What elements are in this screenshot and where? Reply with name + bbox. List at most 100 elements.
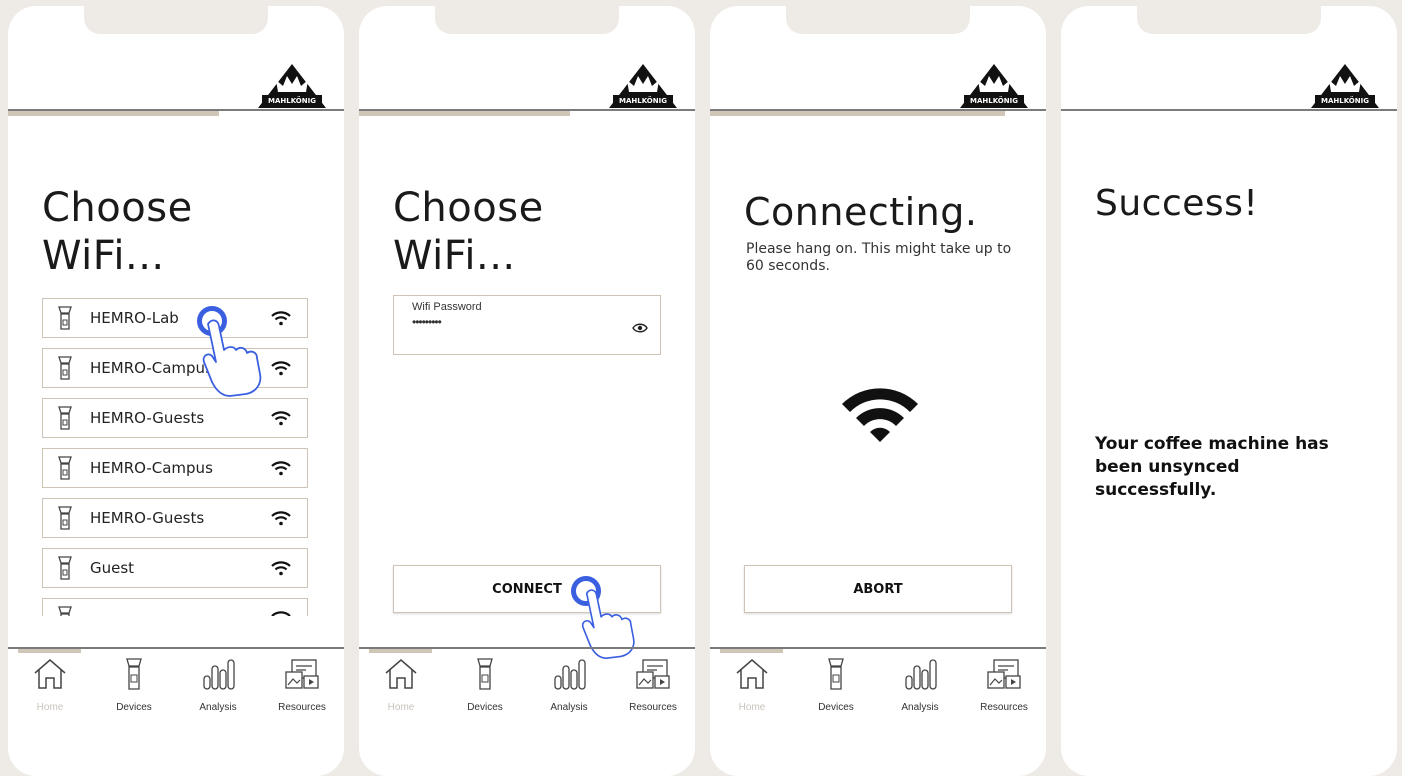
title-line-2: WiFi... [42, 233, 165, 279]
phone-screen-choose-wifi: MAHLKÖNIG Choose WiFi... HEMRO-Lab HEMRO… [8, 6, 344, 776]
wifi-network-name: HEMRO-Guests [90, 409, 205, 427]
wifi-network-item[interactable]: Guest [42, 548, 308, 588]
wifi-icon [842, 388, 918, 442]
grinder-icon [58, 506, 72, 530]
nav-label-home: Home [738, 702, 766, 713]
page-title: Success! [1095, 183, 1259, 224]
phone-screen-success: MAHLKÖNIG Success! Your coffee machine h… [1061, 6, 1397, 776]
nav-item-analysis[interactable]: Analysis [527, 658, 611, 713]
nav-item-home[interactable]: Home [710, 658, 794, 713]
nav-label-analysis: Analysis [199, 702, 237, 713]
nav-item-devices[interactable]: Devices [443, 658, 527, 713]
nav-label-analysis: Analysis [550, 702, 588, 713]
resources-icon [285, 659, 319, 689]
nav-item-home[interactable]: Home [359, 658, 443, 713]
nav-label-resources: Resources [629, 702, 677, 713]
grinder-icon [58, 556, 72, 580]
wifi-network-name: Guest [90, 559, 135, 577]
brand-wordmark: MAHLKÖNIG [619, 96, 667, 105]
wifi-signal-icon [271, 461, 291, 476]
wifi-network-name: HEMRO-Campus [90, 459, 213, 477]
nav-active-accent [18, 649, 81, 653]
header-accent [710, 111, 1005, 116]
bar-chart-icon [554, 659, 586, 690]
nav-label-resources: Resources [980, 702, 1028, 713]
title-line-1: Choose [42, 185, 193, 231]
wifi-password-field[interactable]: Wifi Password ••••••••• [393, 295, 661, 355]
wifi-network-name: HEMRO-Guests [90, 509, 205, 527]
home-icon [385, 659, 417, 689]
brand-wordmark: MAHLKÖNIG [970, 96, 1018, 105]
nav-label-home: Home [36, 702, 64, 713]
abort-button-label: ABORT [853, 581, 903, 597]
home-icon [34, 659, 66, 689]
nav-active-accent [720, 649, 783, 653]
page-subtitle: Please hang on. This might take up to 60… [746, 241, 1012, 274]
wifi-network-item[interactable]: HEMRO-Guests [42, 498, 308, 538]
wifi-network-item[interactable] [42, 598, 308, 616]
nav-label-devices: Devices [818, 702, 854, 713]
wifi-network-item[interactable]: HEMRO-Guests [42, 398, 308, 438]
page-title: Choose WiFi... [393, 184, 544, 280]
nav-item-home[interactable]: Home [8, 658, 92, 713]
home-icon [736, 659, 768, 689]
phone-notch [786, 6, 970, 34]
pointing-hand-icon [581, 589, 635, 660]
page-title: Choose WiFi... [42, 184, 193, 280]
resources-icon [636, 659, 670, 689]
grinder-icon [58, 306, 72, 330]
eye-icon[interactable] [632, 322, 648, 334]
nav-item-analysis[interactable]: Analysis [176, 658, 260, 713]
resources-icon [987, 659, 1021, 689]
password-label: Wifi Password [412, 301, 482, 313]
nav-label-resources: Resources [278, 702, 326, 713]
brand-wordmark: MAHLKÖNIG [1321, 96, 1369, 105]
nav-item-analysis[interactable]: Analysis [878, 658, 962, 713]
success-message: Your coffee machine has been unsynced su… [1095, 434, 1329, 500]
nav-active-accent [369, 649, 432, 653]
nav-label-analysis: Analysis [901, 702, 939, 713]
header-accent [8, 111, 219, 116]
grinder-icon [58, 356, 72, 380]
wifi-signal-icon [271, 511, 291, 526]
grinder-icon [828, 658, 844, 690]
nav-item-resources[interactable]: Resources [611, 658, 695, 713]
nav-item-resources[interactable]: Resources [962, 658, 1046, 713]
bar-chart-icon [203, 659, 235, 690]
nav-item-devices[interactable]: Devices [92, 658, 176, 713]
connect-button-label: CONNECT [492, 581, 562, 597]
page-title: Connecting. [744, 190, 978, 234]
phone-screen-connecting: MAHLKÖNIG Connecting. Please hang on. Th… [710, 6, 1046, 776]
abort-button[interactable]: ABORT [744, 565, 1012, 613]
nav-label-devices: Devices [116, 702, 152, 713]
bottom-navigation: Home Devices Analysis Resources [359, 658, 695, 728]
grinder-icon [58, 606, 72, 616]
mahlkonig-logo: MAHLKÖNIG [258, 64, 326, 108]
title-line-1: Choose [393, 185, 544, 231]
wifi-signal-icon [271, 361, 291, 376]
nav-label-home: Home [387, 702, 415, 713]
phone-notch [84, 6, 268, 34]
grinder-icon [126, 658, 142, 690]
nav-item-resources[interactable]: Resources [260, 658, 344, 713]
nav-label-devices: Devices [467, 702, 503, 713]
grinder-icon [58, 456, 72, 480]
wifi-signal-icon [271, 411, 291, 426]
password-value[interactable]: ••••••••• [412, 315, 442, 329]
bottom-navigation: Home Devices Analysis Resources [8, 658, 344, 728]
phone-screen-wifi-password: MAHLKÖNIG Choose WiFi... Wifi Password •… [359, 6, 695, 776]
header-divider [1061, 109, 1397, 111]
bar-chart-icon [905, 659, 937, 690]
wifi-network-item[interactable]: HEMRO-Campus [42, 448, 308, 488]
mahlkonig-logo: MAHLKÖNIG [1311, 64, 1379, 108]
title-line-2: WiFi... [393, 233, 516, 279]
brand-wordmark: MAHLKÖNIG [268, 96, 316, 105]
wifi-signal-icon [271, 611, 291, 616]
mahlkonig-logo: MAHLKÖNIG [960, 64, 1028, 108]
wifi-signal-icon [271, 311, 291, 326]
grinder-icon [58, 406, 72, 430]
grinder-icon [477, 658, 493, 690]
header-accent [359, 111, 570, 116]
phone-notch [435, 6, 619, 34]
nav-item-devices[interactable]: Devices [794, 658, 878, 713]
